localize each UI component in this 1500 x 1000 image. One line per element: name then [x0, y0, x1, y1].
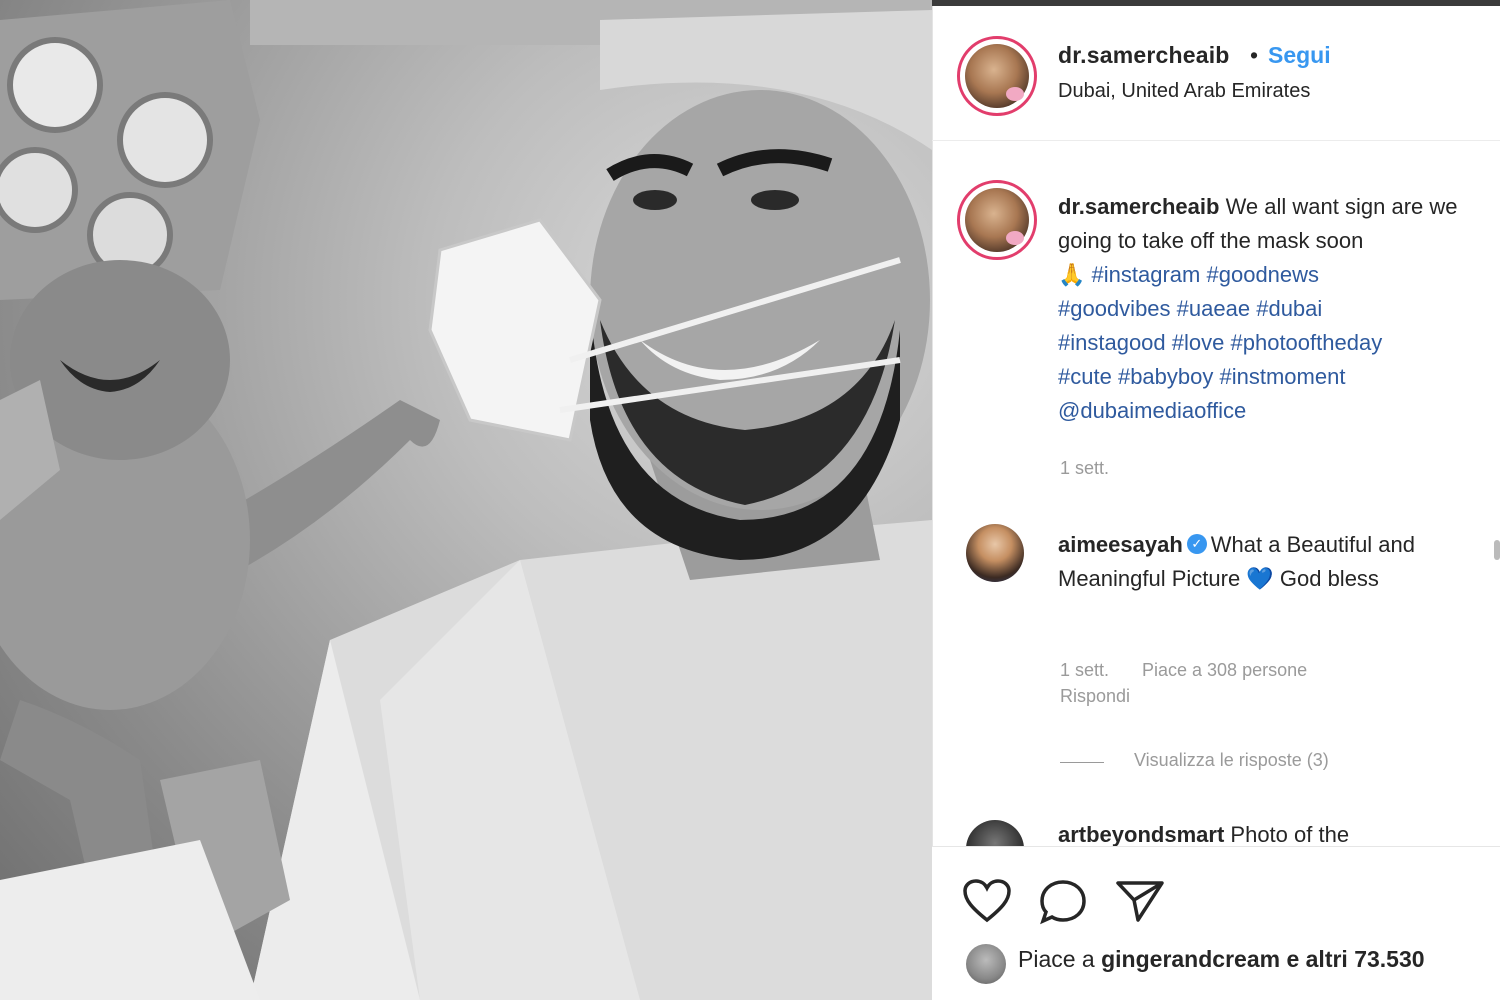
- caption-username[interactable]: dr.samercheaib: [1058, 194, 1219, 219]
- hashtag[interactable]: #goodvibes: [1058, 296, 1171, 321]
- likes-prefix: Piace a: [1018, 946, 1095, 972]
- actions-area: [932, 854, 1500, 1000]
- avatar-baby: [1006, 231, 1024, 245]
- comment-time[interactable]: 1 sett.: [1060, 660, 1109, 681]
- comment-emoji: 💙: [1246, 566, 1274, 591]
- comment-username[interactable]: artbeyondsmart: [1058, 822, 1224, 847]
- replies-line: [1060, 762, 1104, 763]
- mention[interactable]: @dubaimediaoffice: [1058, 398, 1246, 423]
- caption-emoji: 🙏: [1058, 262, 1086, 287]
- view-replies-button[interactable]: Visualizza le risposte (3): [1134, 750, 1329, 771]
- share-icon[interactable]: [1114, 878, 1166, 924]
- post-photo[interactable]: [0, 0, 932, 1000]
- post-photo-illustration: [0, 0, 932, 1000]
- reply-button[interactable]: Rispondi: [1060, 686, 1130, 707]
- comment-icon[interactable]: [1038, 878, 1088, 926]
- caption-avatar[interactable]: [957, 180, 1037, 260]
- separator-dot: •: [1250, 42, 1259, 68]
- header-divider: [932, 140, 1500, 141]
- hashtag[interactable]: #instagram: [1092, 262, 1201, 287]
- hashtag[interactable]: #photooftheday: [1231, 330, 1383, 355]
- comment-text-after: God bless: [1279, 566, 1379, 591]
- comment-options-edge: [1494, 540, 1500, 560]
- avatar-baby: [1006, 87, 1024, 101]
- comment-text: Photo of the: [1230, 822, 1350, 847]
- comment-body: aimeesayah ✓ What a Beautiful and Meaningf…: [1058, 528, 1458, 596]
- hashtag[interactable]: #instmoment: [1220, 364, 1346, 389]
- comment-username[interactable]: aimeesayah: [1058, 532, 1183, 557]
- caption-time[interactable]: 1 sett.: [1060, 458, 1109, 479]
- hashtag[interactable]: #cute: [1058, 364, 1112, 389]
- follow-button[interactable]: Segui: [1268, 42, 1331, 69]
- hashtag[interactable]: #dubai: [1256, 296, 1322, 321]
- liker-username[interactable]: gingerandcream: [1101, 946, 1280, 972]
- comment-body: artbeyondsmart Photo of the: [1058, 822, 1349, 848]
- hashtag[interactable]: #uaeae: [1177, 296, 1250, 321]
- top-edge: [932, 0, 1500, 6]
- verified-badge-icon: ✓: [1186, 534, 1207, 555]
- hashtag[interactable]: #goodnews: [1207, 262, 1320, 287]
- commenter-avatar[interactable]: [966, 524, 1024, 582]
- hashtag[interactable]: #instagood: [1058, 330, 1166, 355]
- author-avatar[interactable]: [957, 36, 1037, 116]
- post-location[interactable]: Dubai, United Arab Emirates: [1058, 80, 1310, 103]
- liker-avatar[interactable]: [966, 944, 1006, 984]
- author-username[interactable]: dr.samercheaib: [1058, 42, 1230, 69]
- hashtag[interactable]: #love: [1172, 330, 1225, 355]
- heart-icon[interactable]: [962, 878, 1012, 924]
- post-caption: dr.samercheaib We all want sign are we g…: [1058, 190, 1498, 428]
- surgical-light: [0, 0, 260, 300]
- hashtag[interactable]: #babyboy: [1118, 364, 1213, 389]
- comment-likes[interactable]: Piace a 308 persone: [1142, 660, 1307, 681]
- likes-summary[interactable]: Piace a gingerandcream e altri 73.530: [1018, 946, 1425, 973]
- likes-suffix[interactable]: e altri 73.530: [1286, 946, 1424, 972]
